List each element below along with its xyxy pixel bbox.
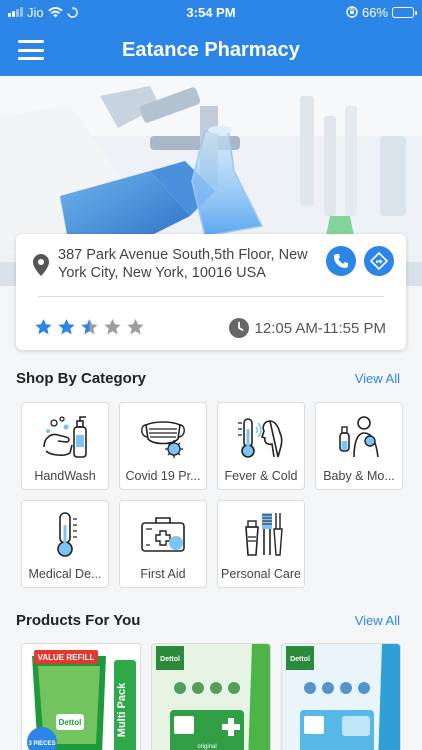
category-covid-protection[interactable]: Covid 19 Pr...	[119, 402, 207, 490]
wifi-icon	[47, 6, 63, 17]
store-rating	[34, 318, 145, 337]
category-view-all-link[interactable]: View All	[355, 371, 400, 386]
clock-icon	[228, 318, 249, 338]
product-count: 3 PIECES	[28, 741, 55, 747]
product-card[interactable]: Dettol	[281, 643, 401, 750]
location-pin-icon	[33, 254, 49, 276]
category-label: Personal Care	[221, 567, 301, 581]
category-label: HandWash	[34, 469, 96, 483]
battery-icon	[392, 6, 417, 18]
star-empty-icon	[104, 318, 121, 335]
product-tag: Multi Pack	[116, 682, 128, 737]
category-label: Fever & Cold	[224, 469, 298, 483]
category-label: First Aid	[140, 567, 186, 581]
products-view-all-link[interactable]: View All	[355, 613, 400, 628]
menu-icon[interactable]	[18, 40, 44, 60]
category-handwash[interactable]: HandWash	[21, 402, 109, 490]
status-left: Jio	[8, 5, 148, 20]
status-time: 3:54 PM	[186, 4, 236, 20]
products-section-title: Products For You	[16, 612, 141, 629]
sync-icon	[67, 6, 78, 18]
product-card[interactable]: Dettol original	[151, 643, 271, 750]
category-label: Medical De...	[28, 567, 102, 581]
category-label: Baby & Mo...	[323, 469, 395, 483]
baby-mother-icon	[339, 416, 379, 458]
product-brand: Dettol	[59, 718, 82, 727]
personal-care-icon	[245, 513, 283, 556]
orientation-lock-icon	[346, 6, 358, 18]
directions-button[interactable]	[364, 246, 394, 276]
category-label: Covid 19 Pr...	[125, 469, 201, 483]
status-right: 66%	[274, 4, 417, 20]
category-section-header: Shop By Category View All	[16, 370, 400, 387]
call-button[interactable]	[326, 246, 356, 276]
store-address: 387 Park Avenue South,5th Floor, New Yor…	[58, 247, 308, 281]
opening-hours: 12:05 AM-11:55 PM	[228, 318, 386, 338]
fever-icon	[238, 418, 283, 458]
first-aid-icon	[141, 517, 185, 552]
category-fever-cold[interactable]: Fever & Cold	[217, 402, 305, 490]
opening-hours-text: 12:05 AM-11:55 PM	[254, 319, 386, 337]
star-half-icon	[81, 318, 98, 335]
product-brand: Dettol	[160, 656, 180, 663]
category-first-aid[interactable]: First Aid	[119, 500, 207, 588]
category-grid: HandWash Covid 19 Pr... Fever & Cold Bab…	[21, 402, 403, 588]
card-divider	[38, 296, 384, 297]
star-empty-icon	[127, 318, 144, 335]
star-filled-icon	[58, 318, 75, 335]
star-filled-icon	[35, 318, 52, 335]
product-image: Multi Pack VALUE REFILL 3 PIECES Dettol	[22, 644, 140, 750]
product-image: Dettol	[282, 644, 400, 750]
face-mask-icon	[141, 421, 185, 458]
store-info-card: 387 Park Avenue South,5th Floor, New Yor…	[16, 234, 406, 350]
category-baby-mother[interactable]: Baby & Mo...	[315, 402, 403, 490]
app-header: Eatance Pharmacy	[0, 24, 422, 76]
products-row: Multi Pack VALUE REFILL 3 PIECES Dettol …	[21, 643, 401, 750]
product-badge: VALUE REFILL	[38, 653, 95, 662]
product-variant: original	[197, 744, 216, 750]
status-bar: Jio 3:54 PM 66%	[0, 0, 422, 24]
battery-percent: 66%	[361, 4, 388, 20]
phone-icon	[334, 254, 348, 268]
category-personal-care[interactable]: Personal Care	[217, 500, 305, 588]
category-medical-devices[interactable]: Medical De...	[21, 500, 109, 588]
category-section-title: Shop By Category	[16, 370, 147, 387]
cell-signal-icon	[8, 7, 23, 17]
products-section-header: Products For You View All	[16, 612, 400, 629]
directions-icon	[370, 252, 388, 270]
product-card[interactable]: Multi Pack VALUE REFILL 3 PIECES Dettol	[21, 643, 141, 750]
carrier-name: Jio	[27, 4, 44, 20]
handwash-icon	[43, 416, 87, 458]
app-title: Eatance Pharmacy	[122, 38, 300, 61]
product-brand: Dettol	[290, 656, 310, 663]
product-image: Dettol original	[152, 644, 270, 750]
thermometer-icon	[57, 512, 77, 557]
